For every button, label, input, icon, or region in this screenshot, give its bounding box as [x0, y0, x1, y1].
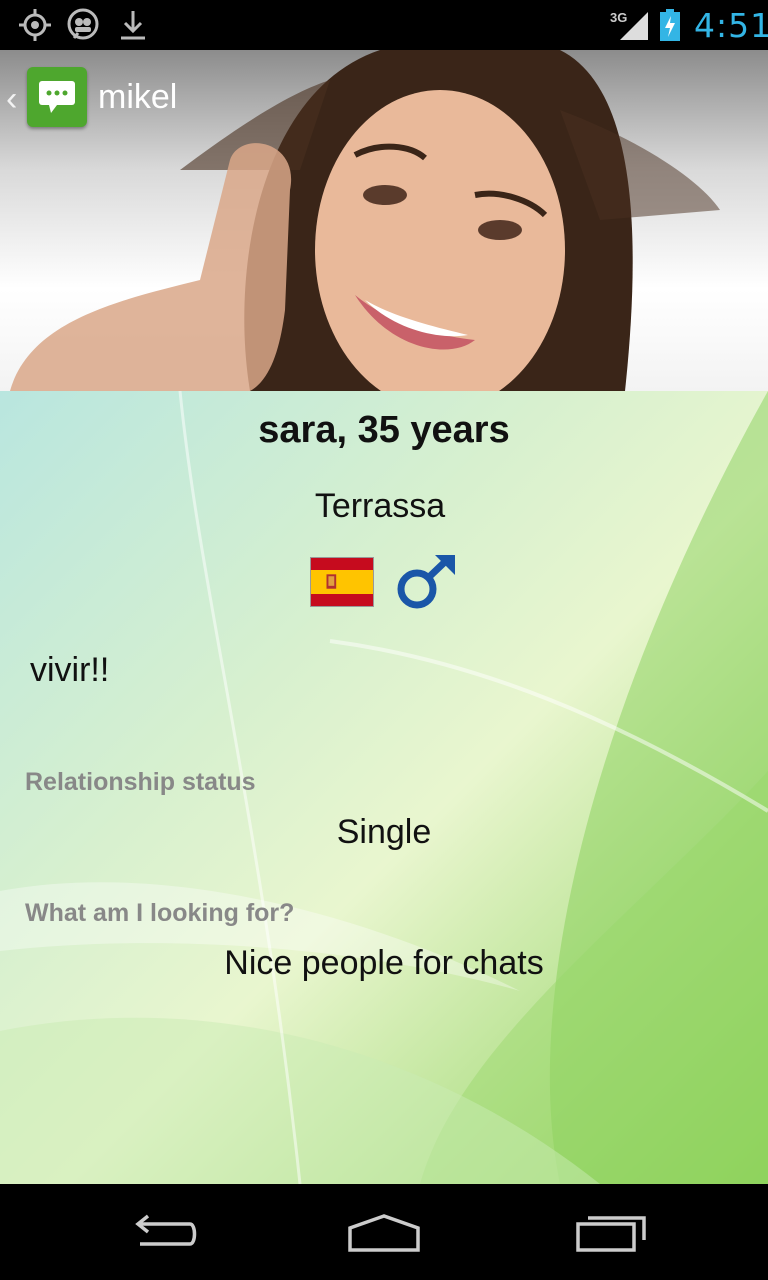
profile-city: Terrassa — [314, 487, 446, 525]
navigation-bar — [0, 1184, 768, 1280]
relationship-status-label: Relationship status — [25, 768, 256, 796]
recent-apps-icon[interactable] — [572, 1210, 652, 1254]
status-bar: 3G 4:51 — [0, 0, 768, 50]
chat-app-icon[interactable] — [27, 67, 87, 127]
home-icon[interactable] — [344, 1210, 424, 1254]
download-icon — [121, 11, 145, 40]
back-icon[interactable] — [120, 1210, 200, 1254]
back-chevron-icon[interactable]: ‹ — [6, 80, 17, 119]
signal-icon — [620, 12, 648, 40]
battery-charging-icon — [660, 9, 680, 41]
chat-bubbles-icon — [67, 8, 99, 40]
looking-for-label: What am I looking for? — [25, 899, 295, 927]
clock: 4:51 — [694, 6, 768, 45]
action-bar-title[interactable]: mikel — [98, 78, 177, 117]
about-text: vivir!! — [30, 651, 110, 689]
spain-flag-icon — [310, 557, 374, 607]
gps-icon — [19, 9, 51, 41]
profile-details: sara, 35 years Terrassa vivir!! Relation… — [0, 391, 768, 1184]
looking-for-value: Nice people for chats — [224, 944, 544, 982]
relationship-status-value: Single — [336, 813, 432, 851]
profile-name-age: sara, 35 years — [258, 409, 510, 451]
chat-bubble-icon — [39, 81, 75, 113]
male-symbol-icon — [397, 555, 455, 609]
